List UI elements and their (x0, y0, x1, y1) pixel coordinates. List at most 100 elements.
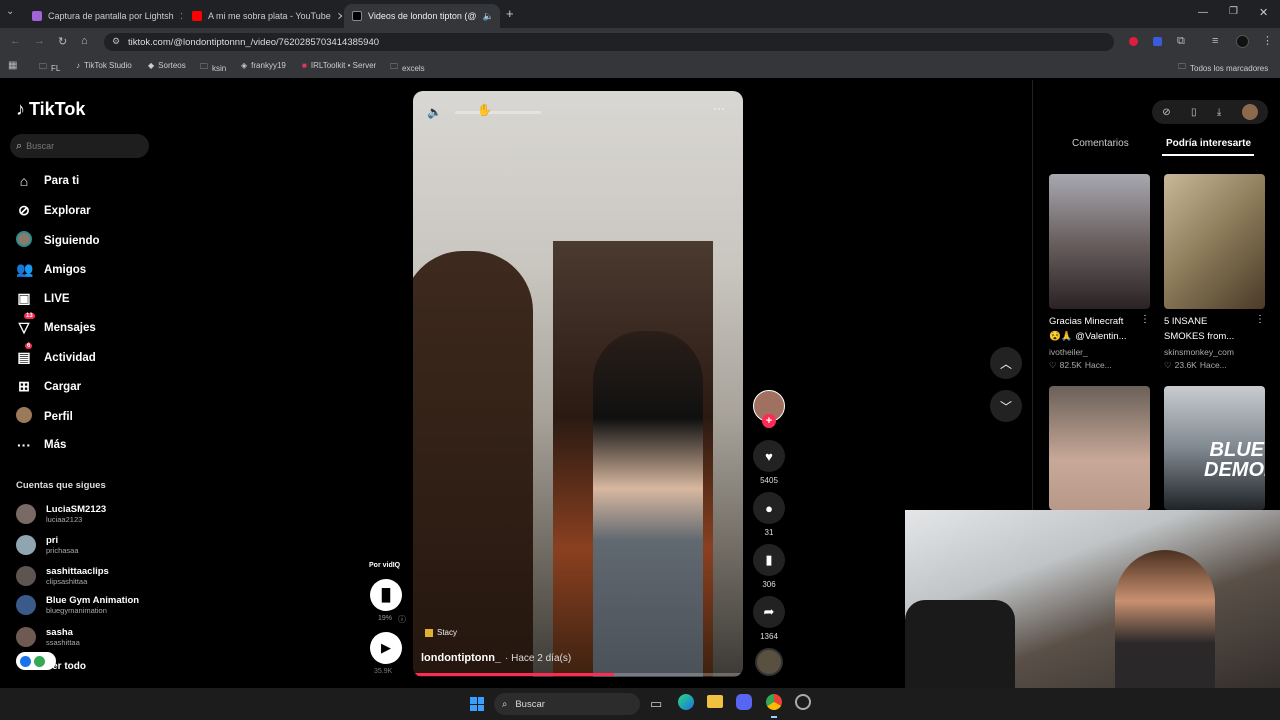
following-account[interactable]: sasha ssashittaa (16, 627, 80, 647)
like-button[interactable]: ♥ (753, 440, 785, 472)
activity-icon: ▤ 6 (17, 343, 33, 365)
messages-badge: 13 (24, 313, 35, 319)
nav-mensajes[interactable]: ▽ 13 Mensajes (16, 313, 96, 336)
video-author[interactable]: londontiptonn_ (421, 652, 501, 664)
extension-blue-icon[interactable] (1153, 37, 1162, 46)
site-info-icon[interactable]: ⚙ (112, 36, 120, 47)
tab-tiktok[interactable]: Videos de london tipton (@ 🔈 ✕ (344, 4, 500, 28)
volume-slider[interactable] (455, 111, 541, 114)
search-input[interactable]: ⌕ Buscar (10, 134, 149, 158)
follow-plus-button[interactable]: + (762, 414, 776, 428)
home-button-icon[interactable]: ⌂ (81, 35, 88, 47)
chrome-icon[interactable] (766, 694, 782, 710)
vidiq-stats-button[interactable]: ▐▌ (370, 579, 402, 611)
nav-explorar[interactable]: ⊘ Explorar (16, 202, 91, 219)
bookmark-ksin[interactable]: 🗀 ksin (200, 61, 226, 75)
tiktok-note-icon: ♪ (16, 99, 25, 119)
comment-button[interactable]: ● (753, 492, 785, 524)
file-explorer-icon[interactable] (707, 695, 723, 708)
nav-perfil[interactable]: Perfil (16, 407, 73, 426)
task-view-icon[interactable]: ▭ (650, 696, 662, 712)
apps-grid-icon[interactable]: ▦ (8, 60, 17, 71)
video-progress-track[interactable] (413, 673, 743, 676)
extensions-puzzle-icon[interactable]: ⧉ (1177, 35, 1185, 48)
nav-siguiendo[interactable]: Siguiendo (16, 231, 100, 250)
restore-icon[interactable]: ❐ (1229, 6, 1238, 17)
close-window-icon[interactable]: ✕ (1259, 6, 1268, 19)
phone-icon[interactable]: ▯ (1191, 107, 1197, 118)
reload-icon[interactable]: ↻ (58, 35, 67, 48)
tab-youtube[interactable]: A mi me sobra plata - YouTube ✕ (184, 4, 342, 28)
new-tab-button[interactable]: + (506, 6, 514, 21)
following-account[interactable]: Blue Gym Animation bluegymanimation (16, 595, 139, 615)
sound-tag[interactable]: Stacy (425, 628, 457, 637)
bookmark-excels[interactable]: 🗀 excels (390, 61, 425, 75)
following-account[interactable]: sashittaaclips clipsashittaa (16, 566, 109, 586)
windows-start-icon[interactable] (470, 697, 484, 711)
see-all-link[interactable]: Ver todo (46, 661, 86, 672)
app-icon[interactable] (795, 694, 811, 710)
nav-cargar[interactable]: ⊞ Cargar (16, 378, 81, 395)
tab-search-icon[interactable]: ⌄ (6, 6, 14, 17)
taskbar-search[interactable]: ⌕ Buscar (494, 693, 640, 715)
user-avatar[interactable] (1241, 104, 1258, 120)
tab-lightshot[interactable]: Captura de pantalla por Lightsh ✕ (24, 4, 182, 28)
card-more-icon[interactable]: ⋮ (1140, 314, 1150, 325)
video-caption: londontiptonn_ · Hace 2 día(s) (421, 652, 571, 664)
recommended-thumbnail[interactable] (1049, 386, 1150, 510)
windows-taskbar: ⌕ Buscar ▭ (0, 688, 1280, 720)
previous-video-button[interactable]: ︿ (990, 347, 1022, 379)
nav-label: Siguiendo (44, 234, 100, 247)
card-more-icon[interactable]: ⋮ (1255, 314, 1265, 325)
card-author[interactable]: skinsmonkey_com (1164, 347, 1234, 357)
next-video-button[interactable]: ﹀ (990, 390, 1022, 422)
reading-list-icon[interactable]: ≡ (1212, 35, 1218, 47)
address-bar[interactable]: ⚙ tiktok.com/@londontiptonnn_/video/7620… (104, 33, 1114, 51)
card-author[interactable]: ivotheiler_ (1049, 347, 1088, 357)
video-player[interactable]: 🔈 ✋ ··· Stacy londontiptonn_ · Hace 2 dí… (413, 91, 743, 677)
menu-kebab-icon[interactable]: ⋮ (1262, 34, 1273, 47)
bookmark-label: ksin (212, 63, 227, 73)
profile-avatar[interactable] (1236, 35, 1249, 48)
forward-icon[interactable]: → (34, 35, 45, 47)
recommended-thumbnail[interactable] (1164, 174, 1265, 309)
nav-para-ti[interactable]: ⌂ Para ti (16, 173, 79, 189)
bookmark-tiktok-studio[interactable]: ♪ TikTok Studio (76, 61, 132, 70)
bookmark-frankyy19[interactable]: ◈ frankyy19 (241, 61, 286, 70)
following-account[interactable]: LuciaSM2123 luciaa2123 (16, 504, 106, 524)
tab-comentarios[interactable]: Comentarios (1072, 138, 1129, 149)
nav-actividad[interactable]: ▤ 6 Actividad (16, 343, 96, 366)
card-title[interactable]: Gracias Minecraft 😵🙏 @Valentin... (1049, 314, 1143, 344)
account-handle: clipsashittaa (46, 577, 88, 586)
volume-icon[interactable]: 🔈 (427, 105, 442, 119)
music-disc-icon[interactable] (755, 648, 783, 676)
edge-icon[interactable] (678, 694, 694, 710)
nav-amigos[interactable]: 👥 Amigos (16, 261, 86, 278)
speaker-icon[interactable]: 🔈 (483, 11, 494, 22)
tab-podria-interesarte[interactable]: Podría interesarte (1166, 138, 1251, 149)
close-tab-icon[interactable]: ✕ (180, 10, 182, 23)
play-button[interactable]: ▶ (370, 632, 402, 664)
recommended-thumbnail[interactable]: BLUE DEMON (1164, 386, 1265, 510)
following-account[interactable]: pri prichasaa (16, 535, 79, 555)
compass-icon[interactable]: ⊘ (1162, 107, 1170, 118)
download-icon[interactable]: ⤓ (1217, 107, 1221, 118)
card-title[interactable]: 5 INSANE SMOKES from... (1164, 314, 1256, 344)
discord-icon[interactable] (736, 694, 752, 710)
info-icon[interactable]: ⓘ (398, 614, 406, 625)
bookmark-sorteos[interactable]: ◆ Sorteos (148, 61, 186, 70)
minimize-icon[interactable]: — (1198, 7, 1208, 18)
bookmark-irltoolkit[interactable]: ■ IRLToolkit • Server (302, 61, 376, 70)
save-button[interactable]: ▮ (753, 544, 785, 576)
nav-live[interactable]: ▣ LIVE (16, 290, 69, 307)
tiktok-logo[interactable]: ♪ TikTok (16, 99, 85, 120)
share-button[interactable]: ➦ (753, 596, 785, 628)
close-tab-icon[interactable]: ✕ (337, 10, 342, 23)
nav-mas[interactable]: ··· Más (16, 437, 66, 453)
more-options-icon[interactable]: ··· (713, 101, 725, 115)
all-bookmarks[interactable]: 🗀 Todos los marcadores (1178, 61, 1268, 75)
bookmark-fl[interactable]: 🗀 FL (39, 61, 60, 75)
recommended-thumbnail[interactable] (1049, 174, 1150, 309)
extension-red-icon[interactable] (1129, 37, 1138, 46)
back-icon[interactable]: ← (10, 35, 21, 47)
